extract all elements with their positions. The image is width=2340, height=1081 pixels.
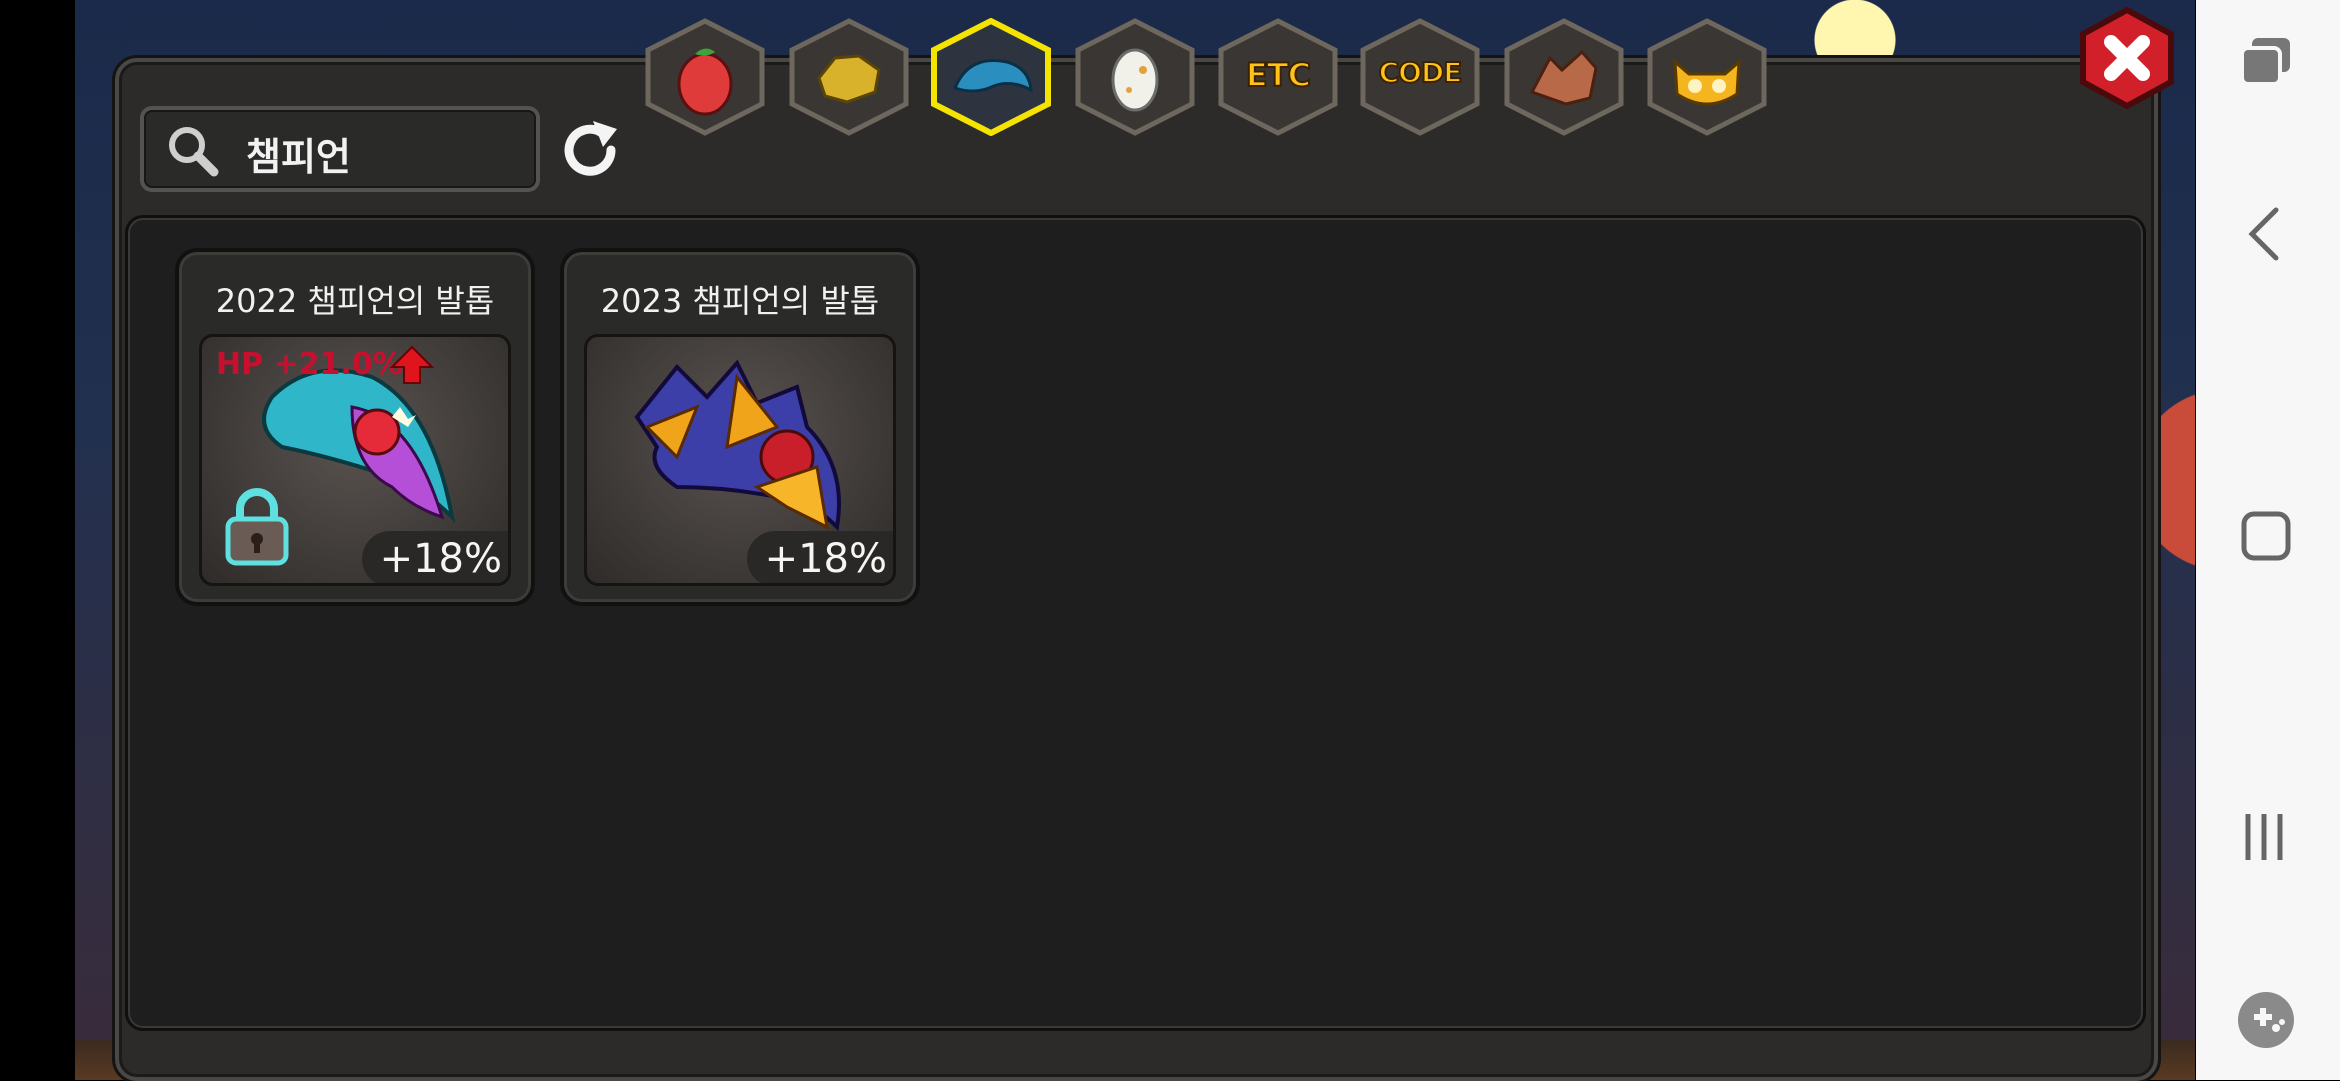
item-card[interactable]: 2023 챔피언의 발톱 +18% bbox=[560, 248, 920, 606]
tab-fruit[interactable] bbox=[643, 18, 767, 136]
refresh-icon[interactable] bbox=[555, 115, 625, 185]
hp-bonus: HP +21.0% bbox=[216, 347, 403, 382]
item-image-frame: +18% bbox=[584, 334, 896, 586]
search-icon bbox=[169, 127, 219, 177]
tab-code[interactable]: CODE bbox=[1358, 18, 1482, 136]
stat-percent: +18% bbox=[746, 531, 893, 583]
close-icon[interactable] bbox=[2075, 6, 2179, 110]
tab-gold[interactable] bbox=[787, 18, 911, 136]
recents-icon[interactable] bbox=[2236, 810, 2296, 864]
etc-label: ETC bbox=[1245, 55, 1312, 95]
item-card[interactable]: 2022 챔피언의 발톱 HP +21.0% +18% bbox=[175, 248, 535, 606]
home-icon[interactable] bbox=[2236, 510, 2296, 564]
game-tools-icon[interactable] bbox=[2236, 990, 2296, 1050]
dragon-icon bbox=[1504, 18, 1624, 136]
code-label: CODE bbox=[1378, 55, 1464, 90]
arrow-up-icon bbox=[390, 345, 434, 384]
tab-mask[interactable] bbox=[1645, 18, 1769, 136]
lock-icon bbox=[225, 488, 289, 566]
gold-ore-icon bbox=[789, 18, 909, 136]
claw-icon bbox=[931, 18, 1051, 136]
item-image-frame: HP +21.0% +18% bbox=[199, 334, 511, 586]
system-navigation-bar bbox=[2196, 0, 2340, 1080]
item-title: 2022 챔피언의 발톱 bbox=[215, 282, 495, 320]
egg-icon bbox=[1075, 18, 1195, 136]
stat-percent: +18% bbox=[361, 531, 508, 583]
search-input[interactable]: 챔피언 bbox=[140, 106, 540, 192]
mask-icon bbox=[1647, 18, 1767, 136]
tab-claw[interactable] bbox=[929, 18, 1053, 136]
back-icon[interactable] bbox=[2236, 206, 2296, 262]
item-title: 2023 챔피언의 발톱 bbox=[600, 282, 880, 320]
recent-apps-copy-icon[interactable] bbox=[2236, 34, 2296, 88]
letterbox-left bbox=[0, 0, 75, 1080]
search-value: 챔피언 bbox=[246, 135, 351, 179]
tab-dragon[interactable] bbox=[1502, 18, 1626, 136]
tab-egg[interactable] bbox=[1073, 18, 1197, 136]
tab-etc[interactable]: ETC bbox=[1216, 18, 1340, 136]
fruit-icon bbox=[645, 18, 765, 136]
